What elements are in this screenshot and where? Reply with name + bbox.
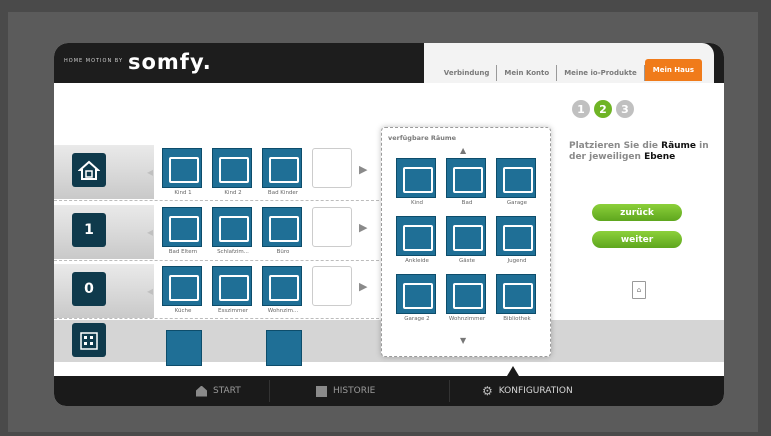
room-tile[interactable]: Küche [162,266,204,314]
scroll-right-icon[interactable]: ▶ [359,163,367,176]
level-row-1: 1 ◂ Bad Eltern Schlafzim... Büro ▶ [54,203,379,261]
scroll-down-icon[interactable]: ▼ [460,336,466,345]
level-row-top: ◂ Kind 1 Kind 2 Bad Kinder ▶ [54,143,379,201]
room-tile[interactable]: Bad Eltern [162,207,204,255]
room-tile[interactable]: Wohnzim... [262,266,304,314]
empty-room-slot[interactable] [312,207,352,247]
step-2: 2 [594,100,612,118]
top-bar: HOME MOTION BY somfy. Verbindung Mein Ko… [54,43,724,83]
available-room-tile[interactable]: Ankleide [396,216,438,264]
somfy-logo: somfy. [128,50,212,74]
nav-konfiguration[interactable]: ⚙ KONFIGURATION [482,376,573,406]
house-level-1-icon[interactable]: 1 [72,213,106,247]
house-icon [196,385,207,397]
room-image [212,266,252,306]
outdoor-room-tile[interactable] [266,330,302,366]
scroll-right-icon[interactable]: ▶ [359,280,367,293]
available-room-tile[interactable]: Bibliothek [496,274,538,322]
room-tile[interactable]: Kind 2 [212,148,254,196]
available-room-tile[interactable]: Jugend [496,216,538,264]
available-room-tile[interactable]: Kind [396,158,438,206]
level-row-0: 0 ◂ Küche Esszimmer Wohnzim... ▶ [54,262,379,320]
room-tile[interactable]: Schlafzim... [212,207,254,255]
room-image [496,158,536,198]
available-rooms-panel: verfügbare Räume ▲ Kind Bad Garage Ankle… [381,127,551,357]
available-room-tile[interactable]: Gäste [446,216,488,264]
tab-mein-haus[interactable]: Mein Haus [644,59,702,81]
room-image [446,158,486,198]
scroll-left-icon[interactable]: ◂ [147,165,153,179]
room-tile[interactable]: Kind 1 [162,148,204,196]
room-image [262,207,302,247]
step-1: 1 [572,100,590,118]
building-icon[interactable] [72,323,106,357]
available-room-tile[interactable]: Wohnzimmer [446,274,488,322]
nav-historie[interactable]: HISTORIE [316,376,375,406]
room-image [496,274,536,314]
room-image [496,216,536,256]
room-image [162,148,202,188]
scroll-up-icon[interactable]: ▲ [460,146,466,155]
tab-meine-io-produkte[interactable]: Meine io-Produkte [557,65,645,81]
room-image [262,148,302,188]
room-image [446,274,486,314]
available-room-tile[interactable]: Garage [496,158,538,206]
scroll-left-icon[interactable]: ◂ [147,284,153,298]
tab-mein-konto[interactable]: Mein Konto [497,65,558,81]
nav-start[interactable]: START [196,376,241,406]
room-image [262,266,302,306]
bottom-navigation: START HISTORIE ⚙ KONFIGURATION [54,376,724,406]
available-room-tile[interactable]: Garage 2 [396,274,438,322]
wizard-steps: 1 2 3 [572,100,634,118]
next-button[interactable]: weiter [592,231,682,248]
room-image [396,216,436,256]
room-image [162,207,202,247]
instruction-text: Platzieren Sie die Räume in der jeweilig… [569,141,709,162]
trash-icon[interactable]: ⌂ [632,281,646,299]
available-rooms-title: verfügbare Räume [388,134,457,142]
tab-verbindung[interactable]: Verbindung [437,65,498,81]
room-tile[interactable]: Büro [262,207,304,255]
room-image [396,158,436,198]
room-image [162,266,202,306]
main-tabs: Verbindung Mein Konto Meine io-Produkte … [437,48,702,81]
outdoor-room-tile[interactable] [166,330,202,366]
app-window: HOME MOTION BY somfy. Verbindung Mein Ko… [54,43,724,406]
room-image [446,216,486,256]
scroll-right-icon[interactable]: ▶ [359,221,367,234]
back-button[interactable]: zurück [592,204,682,221]
history-icon [316,385,327,397]
room-image [396,274,436,314]
room-tile[interactable]: Bad Kinder [262,148,304,196]
house-roof-icon[interactable] [72,153,106,187]
room-image [212,148,252,188]
gear-icon: ⚙ [482,384,493,398]
brand-tagline: HOME MOTION BY [64,58,124,64]
room-image [212,207,252,247]
house-level-0-icon[interactable]: 0 [72,272,106,306]
step-3: 3 [616,100,634,118]
empty-room-slot[interactable] [312,266,352,306]
scroll-left-icon[interactable]: ◂ [147,225,153,239]
room-tile[interactable]: Esszimmer [212,266,254,314]
active-nav-pointer [507,366,519,376]
available-room-tile[interactable]: Bad [446,158,488,206]
empty-room-slot[interactable] [312,148,352,188]
